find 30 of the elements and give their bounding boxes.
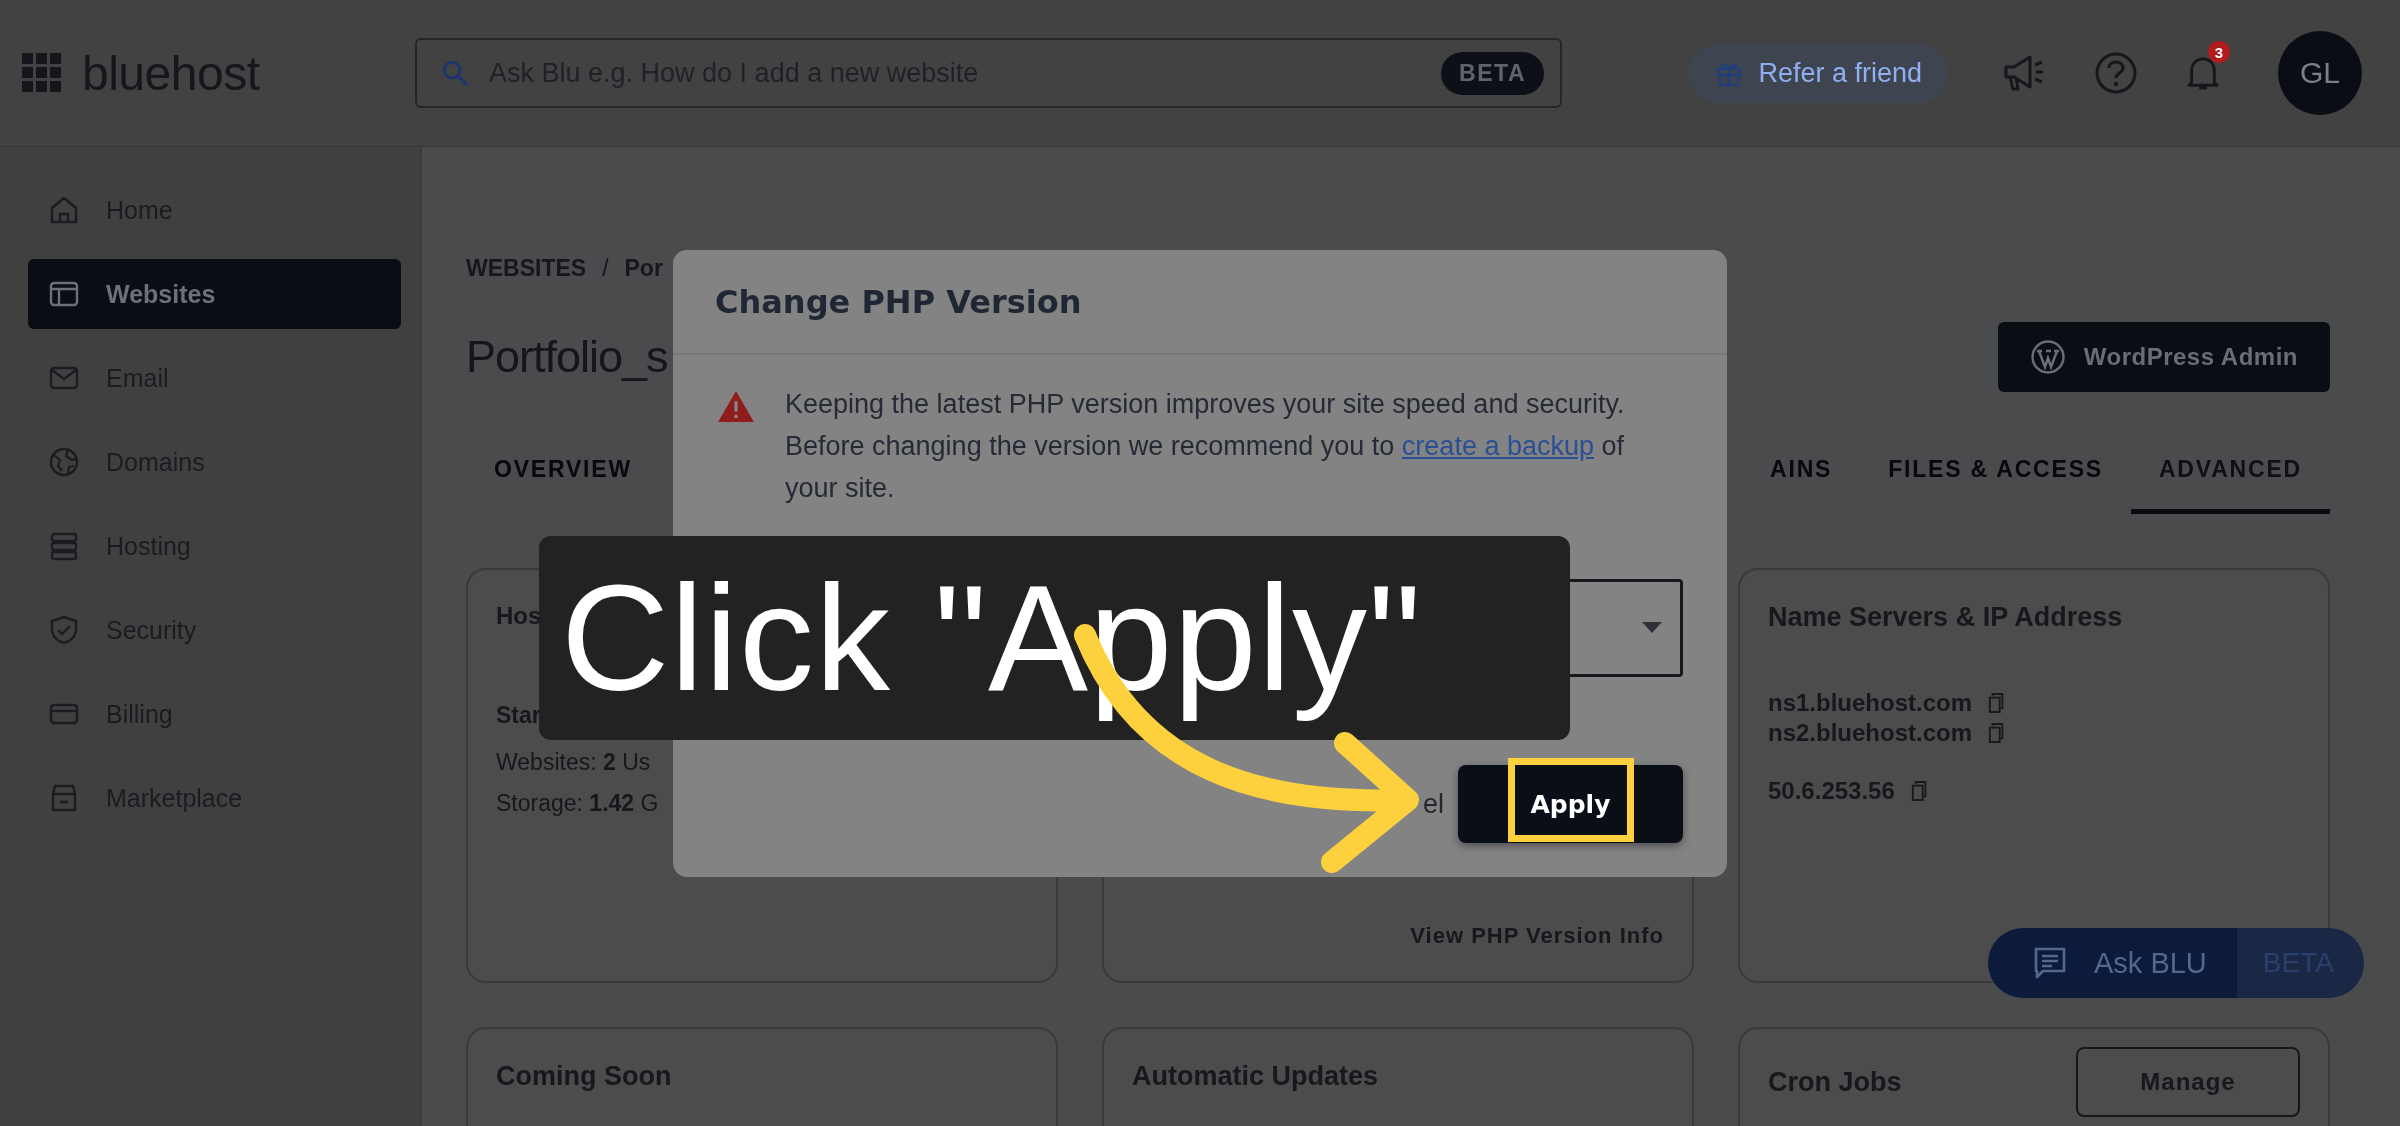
globe-icon bbox=[48, 446, 80, 478]
breadcrumb-separator: / bbox=[602, 255, 609, 282]
user-avatar[interactable]: GL bbox=[2278, 31, 2362, 115]
server-stack-icon bbox=[48, 530, 80, 562]
notification-count: 3 bbox=[2208, 41, 2230, 63]
grid-logo-icon bbox=[22, 53, 62, 93]
caret-icon bbox=[1642, 622, 1662, 634]
tab[interactable]: ADVANCED bbox=[2130, 438, 2330, 514]
search-icon bbox=[441, 59, 469, 87]
tab[interactable]: FILES & ACCESS bbox=[1860, 438, 2131, 514]
home-icon bbox=[48, 194, 80, 226]
cancel-button[interactable]: el bbox=[1423, 788, 1444, 820]
tab[interactable]: AINS bbox=[1742, 438, 1861, 514]
refer-a-friend-button[interactable]: Refer a friend bbox=[1688, 43, 1948, 103]
warning-icon bbox=[717, 389, 755, 423]
beta-badge: BETA bbox=[1441, 51, 1544, 95]
megaphone-icon[interactable] bbox=[2002, 53, 2046, 93]
sidebar-item[interactable]: Websites bbox=[28, 259, 401, 329]
tab[interactable]: OVERVIEW bbox=[466, 438, 660, 514]
shield-check-icon bbox=[48, 614, 80, 646]
chat-icon bbox=[2032, 945, 2068, 981]
wordpress-logo-icon bbox=[2029, 339, 2066, 375]
dialog-title: Change PHP Version bbox=[715, 282, 1082, 321]
wordpress-admin-button[interactable]: WordPress Admin bbox=[1997, 322, 2330, 392]
ask-blu-label: Ask BLU bbox=[2094, 946, 2207, 980]
create-backup-link[interactable]: create a backup bbox=[1401, 431, 1594, 461]
help-icon[interactable] bbox=[2094, 51, 2138, 95]
caption-text: Click "Apply" bbox=[561, 553, 1423, 724]
warning-message: Keeping the latest PHP version improves your site speed and security. Before changing the version we recommend you to create a backup of your site. bbox=[785, 388, 1626, 505]
copy-icon[interactable] bbox=[1910, 780, 1929, 802]
